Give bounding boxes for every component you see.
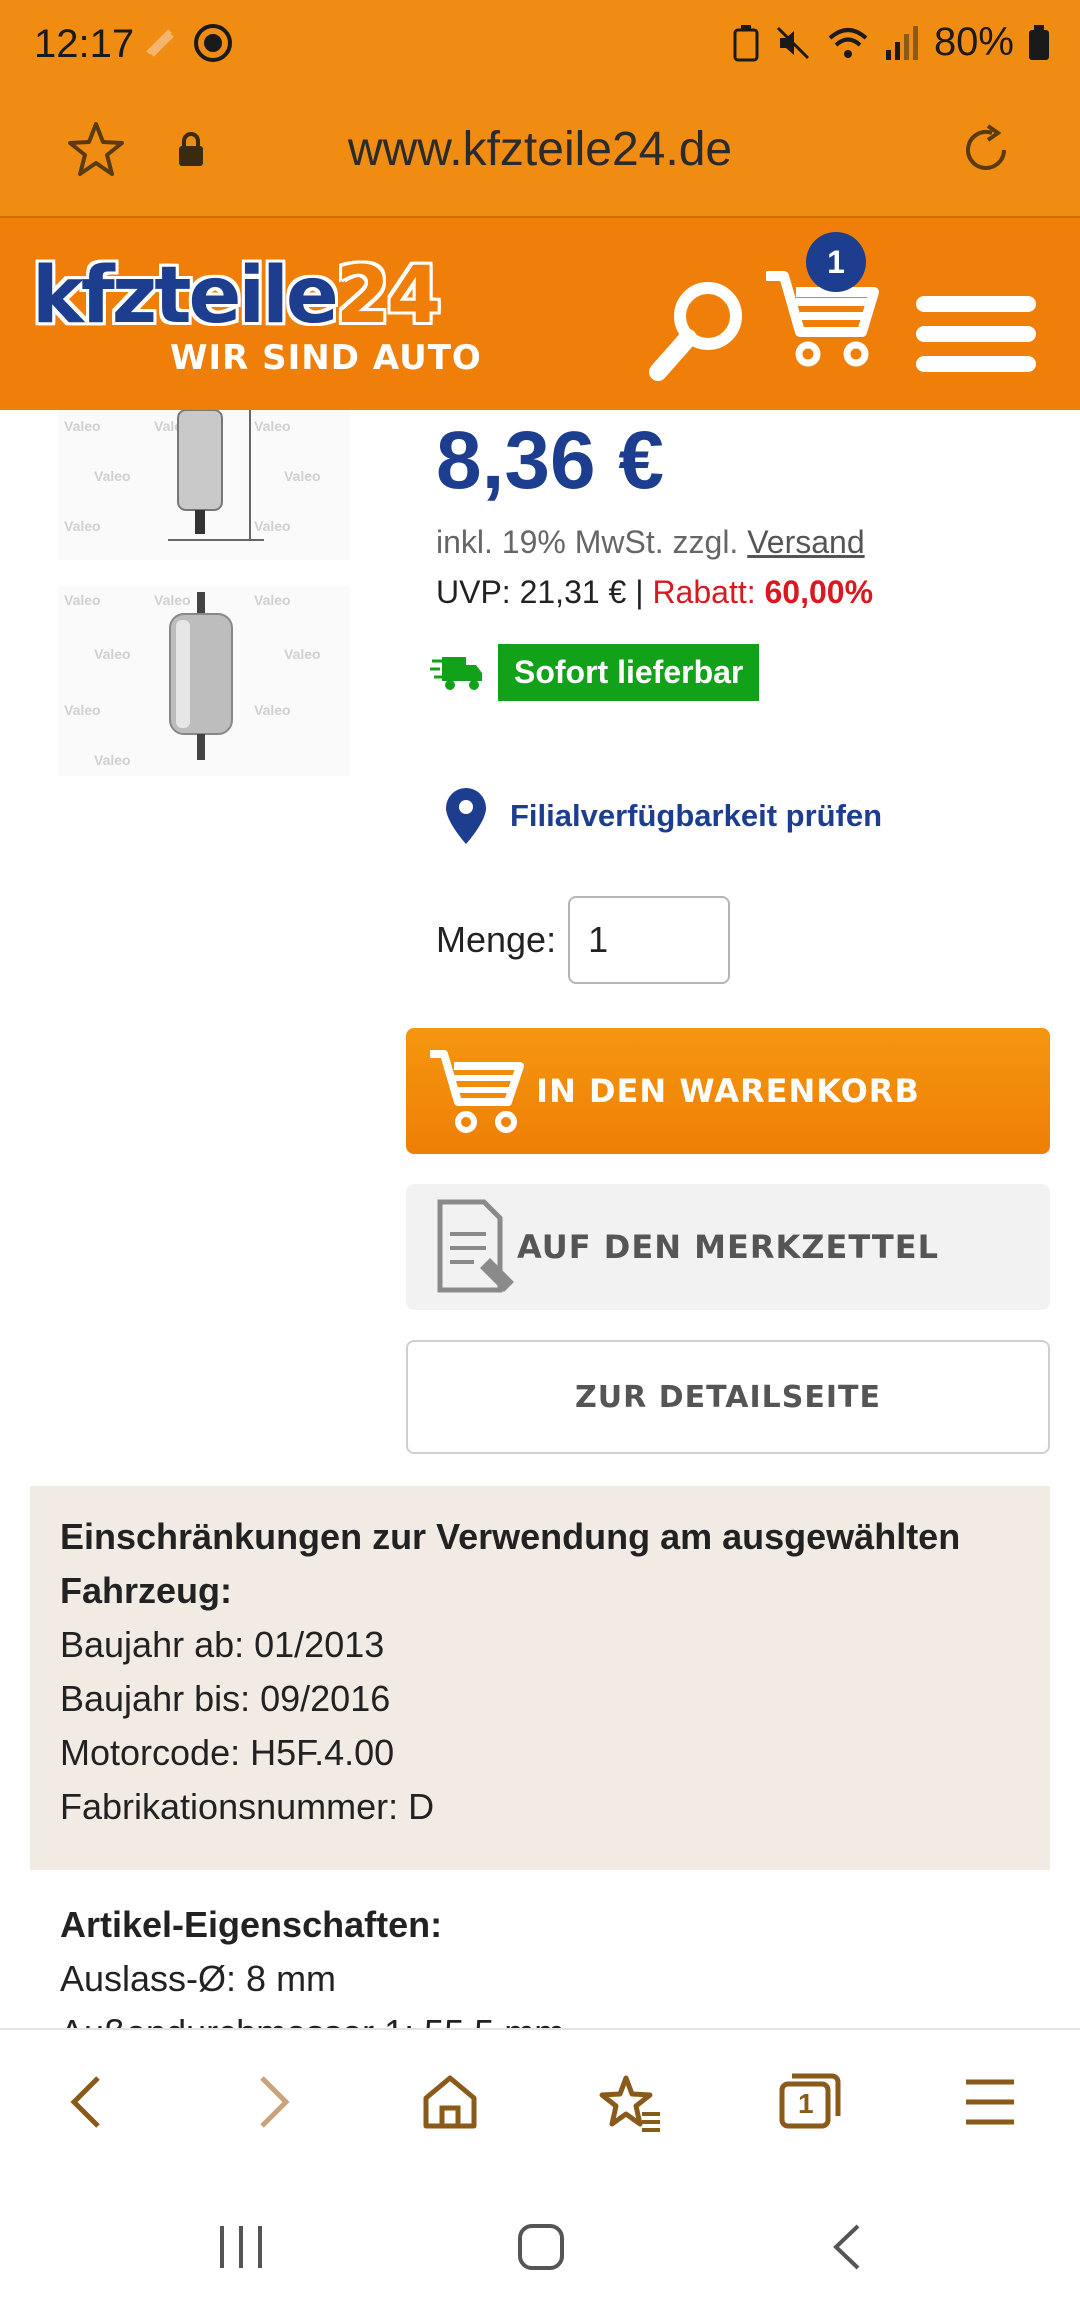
status-bar: 12:17 80%: [0, 0, 1080, 92]
restriction-line: Motorcode: H5F.4.00: [60, 1732, 395, 1773]
browser-url-bar: www.kfzteile24.de: [0, 92, 1080, 218]
battery-saver-icon: [733, 24, 759, 61]
wifi-icon: [828, 27, 868, 58]
logo-slogan: WIR SIND AUTO: [170, 338, 482, 378]
uvp-price: UVP: 21,31 € |: [436, 574, 644, 610]
quantity-row: Menge:: [436, 896, 731, 984]
system-navigation-bar: [0, 2172, 1080, 2316]
reload-icon[interactable]: [954, 118, 1018, 182]
back-icon[interactable]: [66, 2074, 106, 2130]
bookmarks-icon[interactable]: [598, 2074, 662, 2134]
recent-apps-icon[interactable]: [216, 2222, 266, 2272]
tabs-button[interactable]: 1: [778, 2070, 842, 2135]
url-text[interactable]: www.kfzteile24.de: [0, 122, 1080, 177]
app-notification-icon: [194, 24, 232, 62]
restriction-line: Baujahr bis: 09/2016: [60, 1678, 391, 1719]
add-to-cart-label: IN DEN WARENKORB: [536, 1072, 920, 1110]
add-to-wishlist-label: AUF DEN MERKZETTEL: [517, 1228, 939, 1266]
site-header: kfzteile24 WIR SIND AUTO 1: [0, 218, 1080, 410]
product-thumbnail-2[interactable]: Valeo Valeo Valeo Valeo Valeo Valeo Vale…: [58, 586, 350, 776]
menu-icon[interactable]: [964, 2074, 1016, 2130]
availability-row: Sofort lieferbar: [430, 644, 760, 701]
discount-value: 60,00%: [764, 574, 874, 610]
notepad-icon: [437, 1199, 514, 1293]
quantity-input[interactable]: [568, 896, 731, 984]
add-to-wishlist-button[interactable]: AUF DEN MERKZETTEL: [406, 1184, 1050, 1310]
detail-page-label: ZUR DETAILSEITE: [575, 1379, 881, 1415]
restriction-line: Fabrikationsnummer: D: [60, 1786, 435, 1827]
store-availability-label: Filialverfügbarkeit prüfen: [510, 798, 883, 833]
system-back-icon[interactable]: [826, 2222, 866, 2272]
tax-info: inkl. 19% MwSt. zzgl. Versand: [436, 524, 865, 560]
location-pin-icon: [446, 788, 486, 844]
data-saver-icon: [146, 29, 174, 57]
restriction-line: Baujahr ab: 01/2013: [60, 1624, 385, 1665]
cart-icon: [430, 1050, 524, 1133]
fuel-filter-photo: [169, 592, 233, 760]
product-thumbnail-1[interactable]: Valeo Valeo Valeo Valeo Valeo Valeo Vale…: [58, 410, 350, 560]
store-availability-link[interactable]: Filialverfügbarkeit prüfen: [444, 786, 882, 846]
product-price: 8,36 €: [436, 415, 664, 506]
clock: 12:17: [34, 22, 135, 66]
battery-icon: [1029, 24, 1049, 60]
site-logo[interactable]: kfzteile24 WIR SIND AUTO: [32, 254, 482, 378]
shipping-link[interactable]: Versand: [747, 524, 864, 560]
properties-heading: Artikel-Eigenschaften:: [60, 1904, 443, 1945]
signal-icon: [885, 25, 918, 60]
detail-page-button[interactable]: ZUR DETAILSEITE: [406, 1340, 1050, 1454]
discount-label: Rabatt:: [652, 574, 756, 610]
cart-count-badge: 1: [806, 232, 866, 292]
fuel-filter-drawing: [168, 410, 264, 541]
delivery-truck-icon: [430, 656, 482, 690]
logo-brand-number: 24: [335, 251, 442, 341]
restrictions-heading: Einschränkungen zur Verwendung am ausgew…: [60, 1516, 961, 1611]
browser-toolbar: 1: [0, 2028, 1080, 2172]
menu-icon[interactable]: [916, 292, 1036, 376]
product-thumbnails: Valeo Valeo Valeo Valeo Valeo Valeo Vale…: [58, 410, 350, 776]
uvp-info: UVP: 21,31 € | Rabatt: 60,00%: [436, 574, 873, 611]
home-icon[interactable]: [422, 2074, 478, 2130]
home-button-icon[interactable]: [516, 2222, 566, 2272]
mute-icon: [776, 26, 809, 59]
quantity-label: Menge:: [436, 919, 557, 960]
add-to-cart-button[interactable]: IN DEN WARENKORB: [406, 1028, 1050, 1154]
battery-percent: 80%: [933, 20, 1014, 64]
property-line: Auslass-Ø: 8 mm: [60, 1958, 337, 1999]
tab-count: 1: [798, 2088, 814, 2119]
vehicle-restrictions-box: Einschränkungen zur Verwendung am ausgew…: [30, 1486, 1050, 1870]
forward-icon[interactable]: [254, 2074, 294, 2130]
search-icon[interactable]: [644, 276, 748, 386]
logo-brand-text: kfzteile: [32, 251, 339, 341]
availability-badge: Sofort lieferbar: [498, 644, 760, 701]
